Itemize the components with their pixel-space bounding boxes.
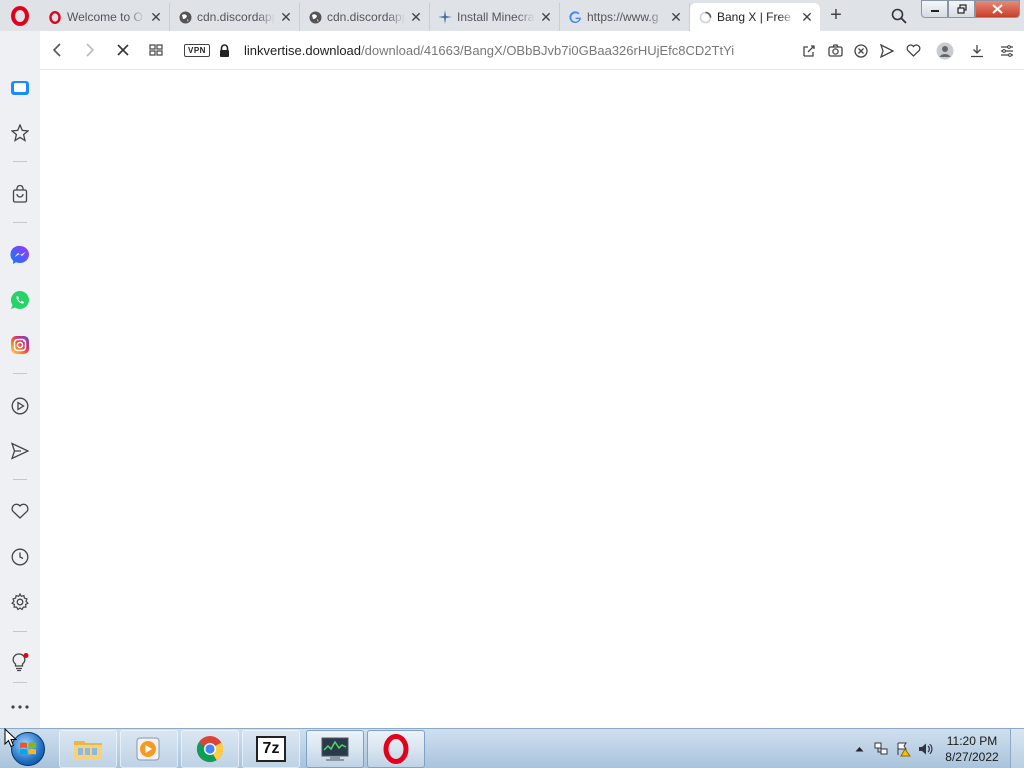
profile-avatar-icon[interactable] [926,38,964,64]
action-center-warning-icon[interactable] [892,738,914,760]
adblock-icon[interactable] [848,38,874,64]
url-path: /download/41663/BangX/OBbBJvb7i0GBaa326r… [361,42,735,58]
sidebar [0,31,40,728]
tab-search-icon[interactable] [888,5,910,27]
messenger-icon[interactable] [0,240,40,270]
close-icon[interactable]: ✕ [539,10,553,24]
tab-cdn-discord-1[interactable]: cdn.discordapp ✕ [170,3,300,31]
send-icon[interactable] [0,436,40,466]
taskbar-clock[interactable]: 11:20 PM 8/27/2022 [940,733,1004,765]
show-hidden-icons-icon[interactable] [848,738,870,760]
settings-icon[interactable] [0,587,40,617]
new-tab-button[interactable]: + [822,2,850,30]
forward-button[interactable] [73,35,106,65]
workspace-icon[interactable] [0,76,40,106]
shopping-icon[interactable] [0,179,40,209]
tab-title: cdn.discordapp [327,10,405,24]
volume-icon[interactable] [914,738,936,760]
opera-icon [48,10,62,24]
tab-strip: Welcome to O ✕ cdn.discordapp ✕ cdn.disc… [40,0,820,31]
heart-icon[interactable] [900,38,926,64]
address-bar[interactable]: linkvertise.download/download/41663/Bang… [244,43,744,58]
google-icon [568,10,582,24]
tab-title: cdn.discordapp [197,10,275,24]
download-icon[interactable] [964,38,990,64]
tab-google[interactable]: https://www.g ✕ [560,3,690,31]
toolbar-right-tools [796,31,1024,70]
taskbar: 7z 11:20 PM 8/27/2022 [0,728,1024,768]
media-player-icon[interactable] [120,729,178,768]
7zip-label: 7z [256,735,286,762]
tab-cdn-discord-2[interactable]: cdn.discordapp ✕ [300,3,430,31]
bookmarks-icon[interactable] [0,118,40,148]
lock-icon[interactable] [218,43,232,57]
globe-icon [178,10,192,24]
tab-title: https://www.g [587,10,659,24]
tips-icon[interactable] [0,647,40,677]
camera-icon[interactable] [822,38,848,64]
tab-title: Bang X | Free [717,10,791,24]
close-window-button[interactable] [975,0,1020,18]
vpn-badge[interactable]: VPN [184,43,210,57]
heart-icon[interactable] [0,496,40,526]
opera-menu-button[interactable] [0,0,40,31]
tab-title: Install Minecra [457,10,535,24]
tab-welcome[interactable]: Welcome to O ✕ [40,3,170,31]
history-icon[interactable] [0,542,40,572]
loading-spinner-icon [698,10,712,24]
back-button[interactable] [40,35,73,65]
close-icon[interactable]: ✕ [669,10,683,24]
tab-title: Welcome to O [67,10,143,24]
stop-loading-button[interactable] [106,35,139,65]
tab-bar: Welcome to O ✕ cdn.discordapp ✕ cdn.disc… [0,0,1024,31]
minimize-button[interactable] [921,0,948,18]
mouse-cursor-icon [4,727,18,753]
send-icon[interactable] [874,38,900,64]
easy-setup-icon[interactable] [990,38,1024,64]
close-icon[interactable]: ✕ [800,10,814,24]
system-monitor-icon[interactable] [306,729,364,768]
opera-icon[interactable] [367,729,425,768]
page-content[interactable] [40,70,1024,728]
close-icon[interactable]: ✕ [409,10,423,24]
chrome-icon[interactable] [181,729,239,768]
opera-logo-icon [11,5,29,26]
window-controls [921,0,1020,20]
sparkle-icon [438,10,452,24]
clock-time: 11:20 PM [946,734,998,748]
restore-button[interactable] [948,0,975,18]
player-icon[interactable] [0,391,40,421]
screen: Welcome to O ✕ cdn.discordapp ✕ cdn.disc… [0,0,1024,768]
tab-install-minecraft[interactable]: Install Minecra ✕ [430,3,560,31]
more-icon[interactable] [0,692,40,722]
file-explorer-icon[interactable] [59,729,117,768]
network-icon[interactable] [870,738,892,760]
globe-icon [308,10,322,24]
7zip-icon[interactable]: 7z [242,729,300,768]
tab-bang-x[interactable]: Bang X | Free ✕ [690,3,820,31]
address-toolbar: VPN linkvertise.download/download/41663/… [40,31,1024,70]
whatsapp-icon[interactable] [0,285,40,315]
url-host: linkvertise.download [243,42,362,58]
tabs-overview-icon[interactable] [139,35,172,65]
system-tray: 11:20 PM 8/27/2022 [848,729,1024,768]
instagram-icon[interactable] [0,330,40,360]
close-icon[interactable]: ✕ [149,10,163,24]
clock-date: 8/27/2022 [945,750,999,764]
show-desktop-button[interactable] [1010,729,1024,768]
close-icon[interactable]: ✕ [279,10,293,24]
edit-share-icon[interactable] [796,38,822,64]
